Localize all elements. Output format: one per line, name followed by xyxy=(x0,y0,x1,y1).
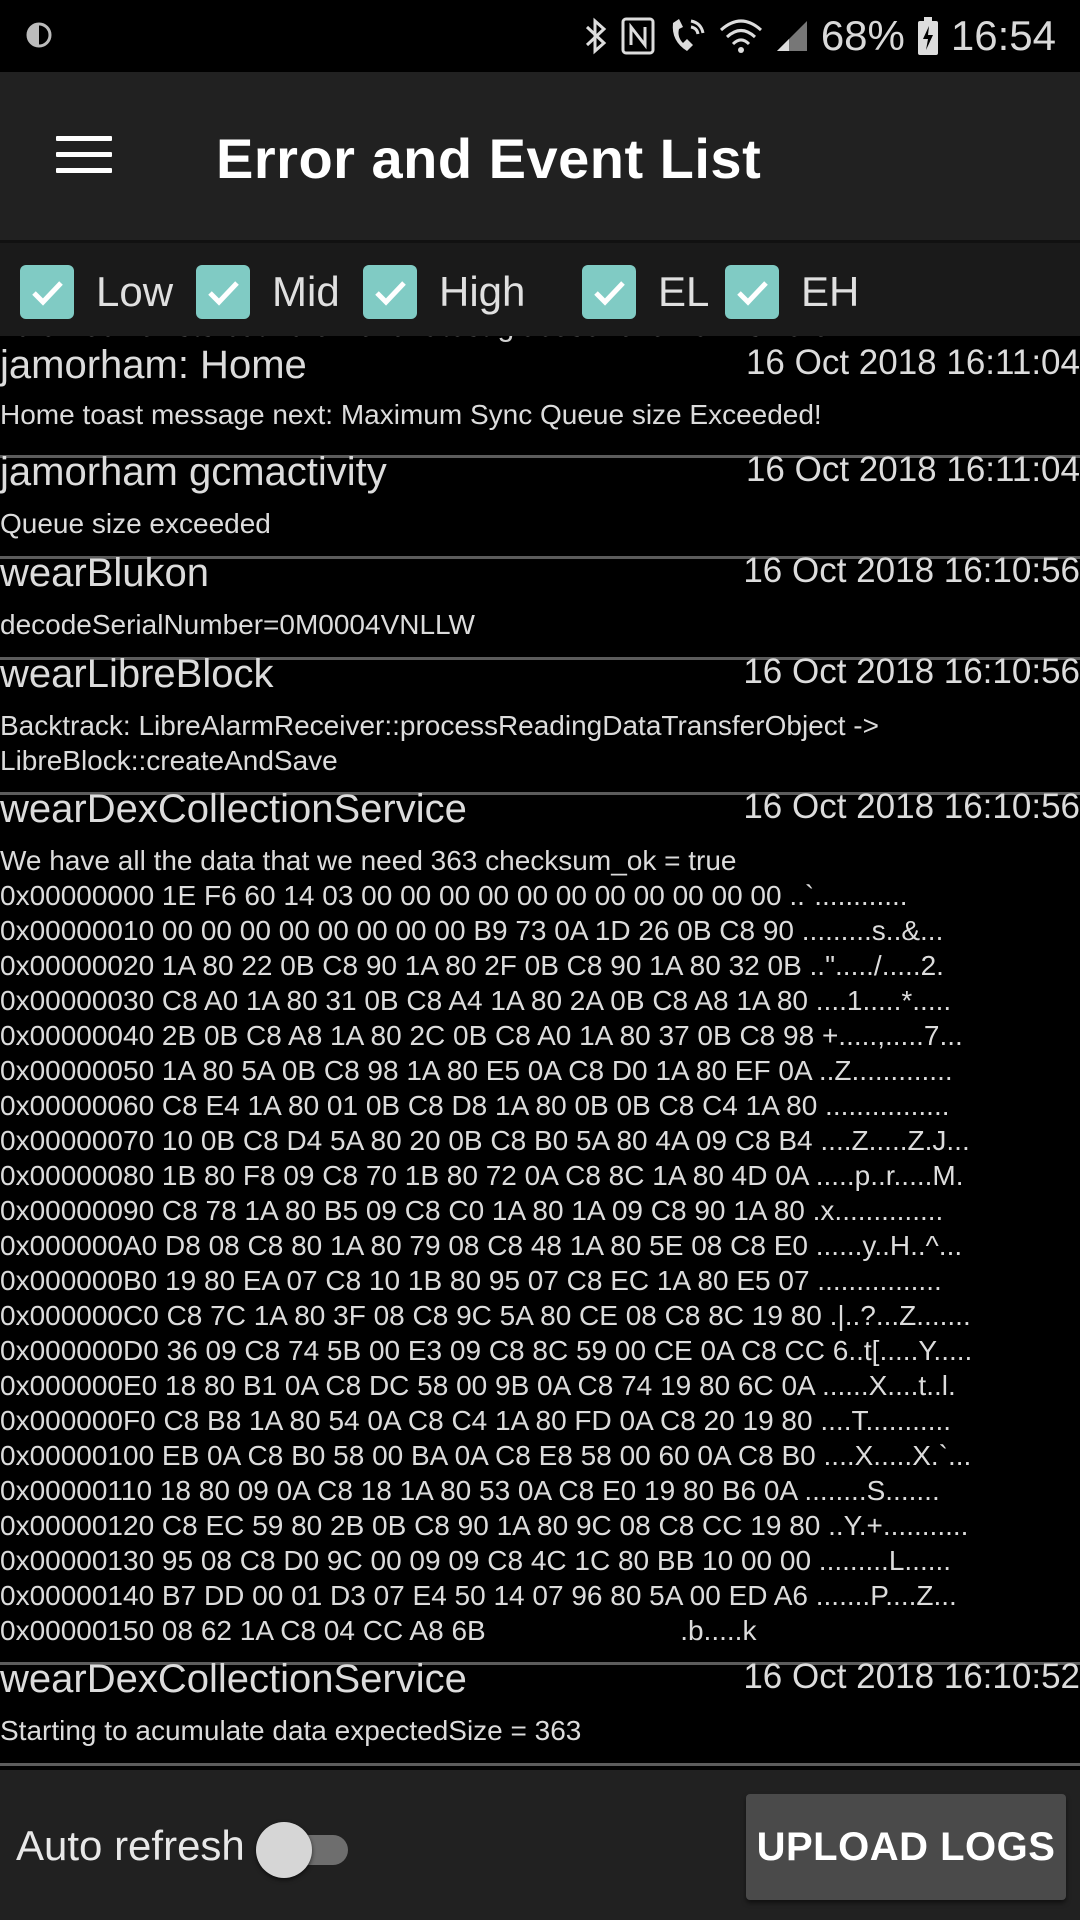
log-entry-source: wearBlukon xyxy=(0,551,210,595)
log-entry[interactable]: wearDexCollectionService 16 Oct 2018 16:… xyxy=(0,787,1080,1665)
status-icons: 68% 16:54 xyxy=(583,10,1056,62)
upload-logs-button[interactable]: UPLOAD LOGS xyxy=(746,1794,1066,1900)
log-entry-message: Home toast message next: Maximum Sync Qu… xyxy=(0,399,822,430)
auto-refresh-toggle[interactable] xyxy=(256,1822,352,1878)
log-entry-message: decodeSerialNumber=0M0004VNLLW xyxy=(0,609,475,640)
toggle-thumb xyxy=(256,1822,312,1878)
log-entry-message: Backtrack: LibreAlarmReceiver::processRe… xyxy=(0,710,879,776)
event-log-list[interactable]: libreBlock exists but libreTrendLatest.g… xyxy=(0,336,1080,1770)
filter-label-low: Low xyxy=(96,268,174,315)
hamburger-menu-icon[interactable] xyxy=(56,136,112,176)
log-entry-source: wearLibreBlock xyxy=(0,652,274,696)
log-entry[interactable]: wearDexCollectionService 16 Oct 2018 16:… xyxy=(0,1657,1080,1766)
app-bar: Error and Event List xyxy=(0,72,1080,240)
checkbox-checked-icon[interactable] xyxy=(582,265,636,319)
log-entry-timestamp: 16 Oct 2018 16:10:56 xyxy=(743,551,1080,590)
log-entry-timestamp: 16 Oct 2018 16:11:04 xyxy=(745,450,1080,489)
signal-icon xyxy=(775,19,809,53)
log-entry-message: We have all the data that we need 363 ch… xyxy=(0,845,973,1646)
log-entry-timestamp: 16 Oct 2018 16:10:56 xyxy=(743,787,1080,826)
severity-filter-bar: Low Mid High EL EH xyxy=(0,240,1080,339)
log-entry[interactable]: jamorham: Home 16 Oct 2018 16:11:04 Home… xyxy=(0,343,1080,458)
clock: 16:54 xyxy=(950,12,1056,59)
checkbox-checked-icon[interactable] xyxy=(725,265,779,319)
nfc-icon xyxy=(621,17,655,55)
bluetooth-icon xyxy=(583,16,609,56)
log-entry[interactable]: wearLibreBlock 16 Oct 2018 16:10:56 Back… xyxy=(0,652,1080,795)
checkbox-checked-icon[interactable] xyxy=(363,265,417,319)
filter-eh[interactable]: EH xyxy=(725,265,859,319)
filter-low[interactable]: Low xyxy=(20,265,173,319)
battery-percent: 68% xyxy=(820,12,905,59)
wifi-icon xyxy=(719,18,763,54)
contrast-icon xyxy=(26,20,52,55)
auto-refresh-label: Auto refresh xyxy=(16,1822,245,1869)
filter-label-el: EL xyxy=(658,268,710,315)
page-title: Error and Event List xyxy=(216,127,762,190)
log-entry-source: jamorham: Home xyxy=(0,343,307,387)
log-entry-source: jamorham gcmactivity xyxy=(0,450,387,494)
battery-icon xyxy=(917,16,939,56)
log-entry-source: wearDexCollectionService xyxy=(0,1657,467,1701)
log-entry-message: Queue size exceeded xyxy=(0,508,271,539)
log-entry[interactable]: wearBlukon 16 Oct 2018 16:10:56 decodeSe… xyxy=(0,551,1080,660)
log-entry-timestamp: 16 Oct 2018 16:11:04 xyxy=(745,343,1080,382)
filter-mid[interactable]: Mid xyxy=(196,265,340,319)
log-entry-timestamp: 16 Oct 2018 16:10:56 xyxy=(743,652,1080,691)
checkbox-checked-icon[interactable] xyxy=(20,265,74,319)
log-entry-timestamp: 16 Oct 2018 16:10:52 xyxy=(743,1657,1080,1696)
filter-high[interactable]: High xyxy=(363,265,525,319)
bottom-bar: Auto refresh UPLOAD LOGS xyxy=(0,1770,1080,1920)
status-bar: 68% 16:54 xyxy=(0,0,1080,72)
filter-label-eh: EH xyxy=(801,268,860,315)
filter-label-high: High xyxy=(439,268,526,315)
log-entry[interactable]: jamorham gcmactivity 16 Oct 2018 16:11:0… xyxy=(0,450,1080,559)
checkbox-checked-icon[interactable] xyxy=(196,265,250,319)
filter-label-mid: Mid xyxy=(272,268,340,315)
filter-el[interactable]: EL xyxy=(582,265,709,319)
log-entry-message: Starting to acumulate data expectedSize … xyxy=(0,1715,582,1746)
wifi-calling-icon xyxy=(667,17,707,55)
log-entry-source: wearDexCollectionService xyxy=(0,787,467,831)
